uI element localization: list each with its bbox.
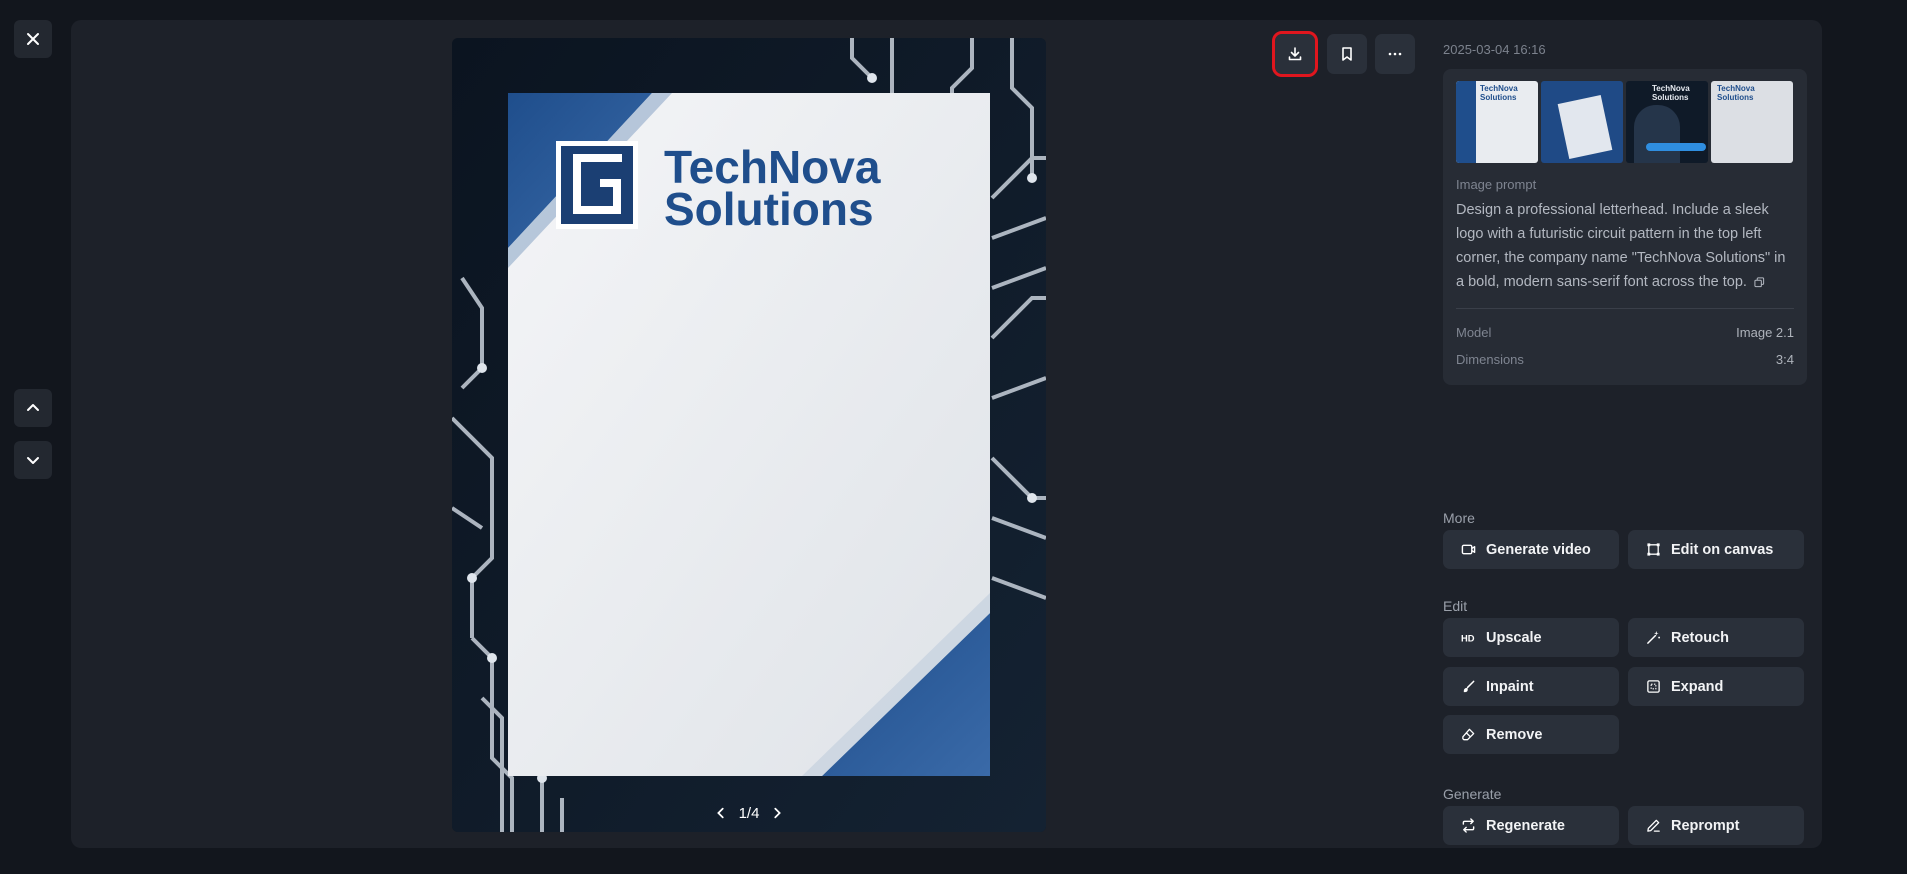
meta-key: Dimensions [1456, 352, 1524, 367]
more-icon [1388, 52, 1402, 56]
divider [1456, 308, 1794, 309]
upscale-button[interactable]: HD Upscale [1443, 618, 1619, 657]
copy-icon[interactable] [1754, 277, 1765, 288]
logo-line2: Solutions [664, 183, 874, 235]
thumbnail-label: TechNova Solutions [1717, 84, 1755, 102]
expand-icon [1647, 680, 1660, 693]
generate-video-button[interactable]: Generate video [1443, 530, 1619, 569]
button-label: Expand [1671, 678, 1724, 695]
meta-row-model: Model Image 2.1 [1456, 319, 1794, 346]
download-icon [1288, 47, 1302, 61]
eraser-icon [1462, 728, 1475, 741]
button-label: Edit on canvas [1671, 541, 1774, 558]
bookmark-icon [1342, 47, 1352, 61]
prompt-label: Image prompt [1456, 177, 1537, 192]
button-label: Upscale [1486, 629, 1542, 646]
button-label: Regenerate [1486, 817, 1565, 834]
pencil-icon [1647, 819, 1660, 832]
button-label: Generate video [1486, 541, 1591, 558]
svg-text:HD: HD [1461, 633, 1475, 643]
inpaint-button[interactable]: Inpaint [1443, 667, 1619, 706]
regenerate-button[interactable]: Regenerate [1443, 806, 1619, 845]
thumbnail-label: TechNova Solutions [1652, 84, 1690, 102]
remove-button[interactable]: Remove [1443, 715, 1619, 754]
retouch-button[interactable]: Retouch [1628, 618, 1804, 657]
button-label: Retouch [1671, 629, 1729, 646]
section-edit: Edit [1443, 598, 1468, 614]
button-label: Remove [1486, 726, 1543, 743]
reprompt-button[interactable]: Reprompt [1628, 806, 1804, 845]
image-detail-modal: TechNova Solutions 1/4 2025-03-04 16:16 [71, 20, 1822, 848]
thumbnail-4[interactable]: TechNova Solutions [1711, 81, 1793, 163]
chevron-up-icon [27, 404, 39, 411]
chevron-left-icon [716, 807, 724, 819]
thumbnail-2[interactable] [1541, 81, 1623, 163]
prompt-text-block: Design a professional letterhead. Includ… [1456, 198, 1794, 294]
meta-key: Model [1456, 325, 1492, 340]
edit-on-canvas-button[interactable]: Edit on canvas [1628, 530, 1804, 569]
image-toolbar [1272, 31, 1415, 77]
details-card: TechNova Solutions TechNova Solutions Te… [1443, 69, 1807, 385]
regenerate-icon [1462, 818, 1475, 833]
close-button[interactable] [14, 20, 52, 58]
previous-image-button[interactable] [14, 389, 52, 427]
letterhead-image: TechNova Solutions [452, 38, 1046, 832]
prompt-text: Design a professional letterhead. Includ… [1456, 202, 1786, 290]
details-panel: 2025-03-04 16:16 TechNova Solutions Tech… [1443, 38, 1807, 845]
video-icon [1461, 544, 1476, 555]
brush-icon [1463, 680, 1475, 693]
pager-prev-button[interactable] [713, 805, 729, 821]
thumbnail-3[interactable]: TechNova Solutions [1626, 81, 1708, 163]
section-more: More [1443, 510, 1475, 526]
thumbnail-strip: TechNova Solutions TechNova Solutions Te… [1456, 81, 1794, 163]
button-label: Inpaint [1486, 678, 1534, 695]
thumbnail-1[interactable]: TechNova Solutions [1456, 81, 1538, 163]
hd-icon: HD [1461, 633, 1475, 643]
pager-count: 1/4 [738, 804, 760, 822]
close-icon [27, 33, 39, 45]
download-button[interactable] [1272, 31, 1318, 77]
magic-wand-icon [1647, 630, 1661, 644]
bookmark-button[interactable] [1327, 34, 1367, 74]
chevron-down-icon [27, 457, 39, 464]
chevron-right-icon [774, 807, 782, 819]
timestamp: 2025-03-04 16:16 [1443, 42, 1546, 57]
next-image-button[interactable] [14, 441, 52, 479]
image-pager: 1/4 [452, 798, 1046, 828]
expand-button[interactable]: Expand [1628, 667, 1804, 706]
thumbnail-label: TechNova Solutions [1480, 84, 1518, 102]
meta-value: Image 2.1 [1736, 325, 1794, 340]
more-options-button[interactable] [1375, 34, 1415, 74]
pager-next-button[interactable] [769, 805, 785, 821]
generated-image[interactable]: TechNova Solutions 1/4 [452, 38, 1046, 832]
meta-value: 3:4 [1775, 352, 1794, 367]
canvas-icon [1647, 543, 1660, 556]
button-label: Reprompt [1671, 817, 1740, 834]
section-generate: Generate [1443, 786, 1502, 802]
meta-row-dimensions: Dimensions 3:4 [1456, 346, 1794, 373]
